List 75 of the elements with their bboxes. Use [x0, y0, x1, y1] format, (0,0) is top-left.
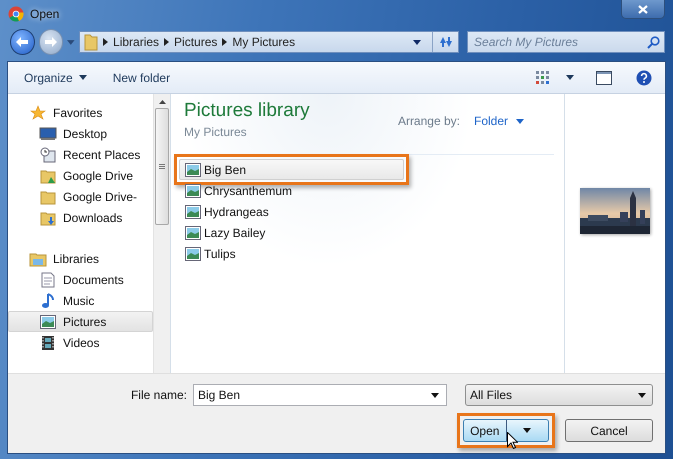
open-button[interactable]: Open	[463, 419, 549, 442]
image-file-icon	[185, 184, 201, 198]
app-logo-icon	[8, 6, 24, 22]
folder-icon	[40, 168, 56, 184]
arrange-dropdown[interactable]: Folder	[474, 114, 524, 128]
right-arrow-icon	[44, 36, 58, 48]
nav-group-header[interactable]: Favorites	[8, 102, 153, 123]
file-item[interactable]: Chrysanthemum	[179, 180, 404, 201]
scrollbar[interactable]	[153, 94, 170, 373]
nav-item[interactable]: Pictures	[8, 311, 153, 332]
grid-view-icon	[536, 70, 550, 84]
cancel-button[interactable]: Cancel	[565, 419, 653, 442]
left-arrow-icon	[15, 36, 30, 48]
chevron-icon	[222, 38, 228, 46]
caret-icon	[516, 118, 524, 124]
arrange-label: Arrange by:	[398, 114, 460, 128]
file-item[interactable]: Hydrangeas	[179, 201, 404, 222]
nav-item[interactable]: Documents	[8, 269, 153, 290]
nav-item[interactable]: Videos	[8, 332, 153, 353]
film-icon	[41, 334, 55, 350]
nav-item[interactable]: Desktop	[8, 123, 153, 144]
back-button[interactable]	[10, 29, 35, 56]
refresh-icon	[438, 35, 454, 50]
nav-item[interactable]: Recent Places	[8, 144, 153, 165]
folder-icon	[84, 33, 98, 52]
organize-button[interactable]: Organize	[18, 68, 93, 88]
folder-icon	[40, 188, 56, 204]
file-item[interactable]: Lazy Bailey	[179, 222, 404, 243]
address-bar[interactable]: Libraries Pictures My Pictures	[79, 31, 460, 54]
chevron-icon	[103, 38, 108, 46]
picture-icon	[40, 314, 56, 328]
breadcrumb-item[interactable]: My Pictures	[232, 35, 296, 50]
image-file-icon	[185, 226, 201, 240]
nav-item[interactable]: Music	[8, 290, 153, 311]
file-type-dropdown[interactable]: All Files	[465, 384, 653, 406]
preview-pane-icon	[596, 70, 612, 84]
chevron-icon	[164, 38, 170, 46]
new-folder-button[interactable]: New folder	[106, 68, 176, 88]
forward-button[interactable]	[38, 29, 64, 56]
document-icon	[41, 272, 55, 288]
file-name-field[interactable]: Big Ben	[193, 384, 447, 406]
caret-icon	[523, 428, 532, 433]
nav-item[interactable]: Google Drive	[8, 165, 153, 186]
favorites-star-icon	[30, 104, 46, 120]
file-item[interactable]: Tulips	[179, 243, 404, 264]
window-title: Open	[30, 6, 60, 21]
nav-group-header[interactable]: Libraries	[8, 248, 153, 269]
library-subtitle: My Pictures	[184, 125, 248, 139]
close-button[interactable]	[621, 0, 665, 19]
image-file-icon	[185, 204, 201, 218]
caret-icon	[566, 75, 574, 80]
breadcrumb-item[interactable]: Pictures	[174, 35, 218, 50]
scroll-up-icon[interactable]	[158, 100, 166, 104]
download-folder-icon	[40, 210, 56, 226]
nav-item[interactable]: Google Drive-	[8, 186, 153, 207]
music-note-icon	[41, 292, 55, 308]
caret-icon	[78, 75, 87, 80]
mouse-cursor-icon	[507, 432, 518, 449]
breadcrumb-item[interactable]: Libraries	[113, 35, 160, 50]
libraries-icon	[29, 250, 47, 266]
caret-icon	[413, 40, 422, 45]
scroll-thumb[interactable]	[155, 108, 169, 225]
history-caret-icon[interactable]	[67, 40, 76, 45]
desktop-icon	[39, 126, 57, 140]
close-icon	[638, 4, 648, 14]
file-name-label: File name:	[130, 388, 187, 402]
help-icon	[636, 70, 652, 86]
nav-item[interactable]: Downloads	[8, 207, 153, 228]
file-item[interactable]: Big Ben	[179, 159, 404, 180]
search-field[interactable]: Search My Pictures	[467, 31, 666, 54]
library-title: Pictures library	[184, 100, 310, 122]
recent-places-icon	[40, 146, 56, 162]
image-file-icon	[185, 246, 201, 260]
image-file-icon	[185, 162, 201, 176]
caret-icon	[638, 392, 646, 398]
